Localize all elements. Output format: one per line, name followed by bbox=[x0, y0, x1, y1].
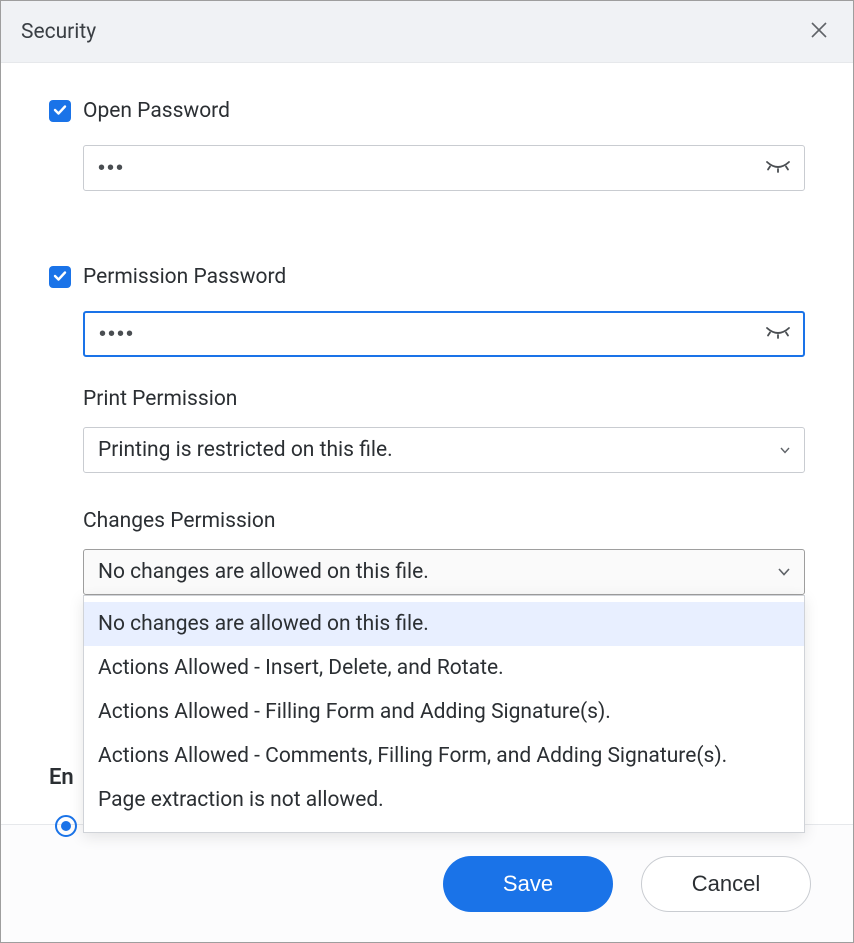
open-password-label: Open Password bbox=[83, 99, 230, 123]
close-icon bbox=[810, 21, 828, 43]
obscured-radio[interactable] bbox=[55, 815, 77, 837]
dialog-footer: Save Cancel bbox=[1, 824, 853, 942]
titlebar: Security bbox=[1, 1, 853, 63]
dialog-title: Security bbox=[21, 20, 96, 44]
changes-permission-dropdown: No changes are allowed on this file. Act… bbox=[83, 595, 805, 833]
changes-permission-select[interactable]: No changes are allowed on this file. bbox=[83, 549, 805, 595]
dialog-content: Open Password bbox=[1, 63, 853, 824]
print-permission-section: Print Permission Printing is restricted … bbox=[49, 387, 805, 473]
print-permission-label: Print Permission bbox=[83, 387, 805, 411]
cancel-button[interactable]: Cancel bbox=[641, 856, 811, 912]
chevron-down-icon bbox=[780, 447, 790, 454]
changes-option[interactable]: No changes are allowed on this file. bbox=[84, 602, 804, 646]
changes-option[interactable]: Actions Allowed - Comments, Filling Form… bbox=[84, 734, 804, 778]
changes-permission-section: Changes Permission No changes are allowe… bbox=[49, 509, 805, 595]
changes-permission-value: No changes are allowed on this file. bbox=[98, 560, 429, 584]
changes-permission-label: Changes Permission bbox=[83, 509, 805, 533]
print-permission-select[interactable]: Printing is restricted on this file. bbox=[83, 427, 805, 473]
chevron-down-icon bbox=[778, 568, 790, 576]
open-password-section: Open Password bbox=[49, 99, 805, 191]
open-password-input[interactable] bbox=[83, 145, 805, 191]
security-dialog: Security Open Password bbox=[0, 0, 854, 943]
changes-option[interactable]: Actions Allowed - Insert, Delete, and Ro… bbox=[84, 646, 804, 690]
obscured-section-label: En bbox=[49, 765, 74, 790]
permission-password-checkbox[interactable] bbox=[49, 266, 71, 288]
close-button[interactable] bbox=[805, 18, 833, 46]
print-permission-value: Printing is restricted on this file. bbox=[98, 438, 393, 462]
eye-closed-icon bbox=[765, 324, 791, 344]
permission-password-visibility-toggle[interactable] bbox=[765, 324, 791, 344]
open-password-checkbox[interactable] bbox=[49, 100, 71, 122]
open-password-visibility-toggle[interactable] bbox=[765, 158, 791, 178]
check-icon bbox=[53, 268, 67, 287]
permission-password-label: Permission Password bbox=[83, 265, 286, 289]
eye-closed-icon bbox=[765, 158, 791, 178]
save-button[interactable]: Save bbox=[443, 856, 613, 912]
permission-password-section: Permission Password bbox=[49, 265, 805, 357]
changes-option[interactable]: Actions Allowed - Filling Form and Addin… bbox=[84, 690, 804, 734]
permission-password-input[interactable] bbox=[83, 311, 805, 357]
changes-option[interactable]: Page extraction is not allowed. bbox=[84, 778, 804, 822]
check-icon bbox=[53, 102, 67, 121]
